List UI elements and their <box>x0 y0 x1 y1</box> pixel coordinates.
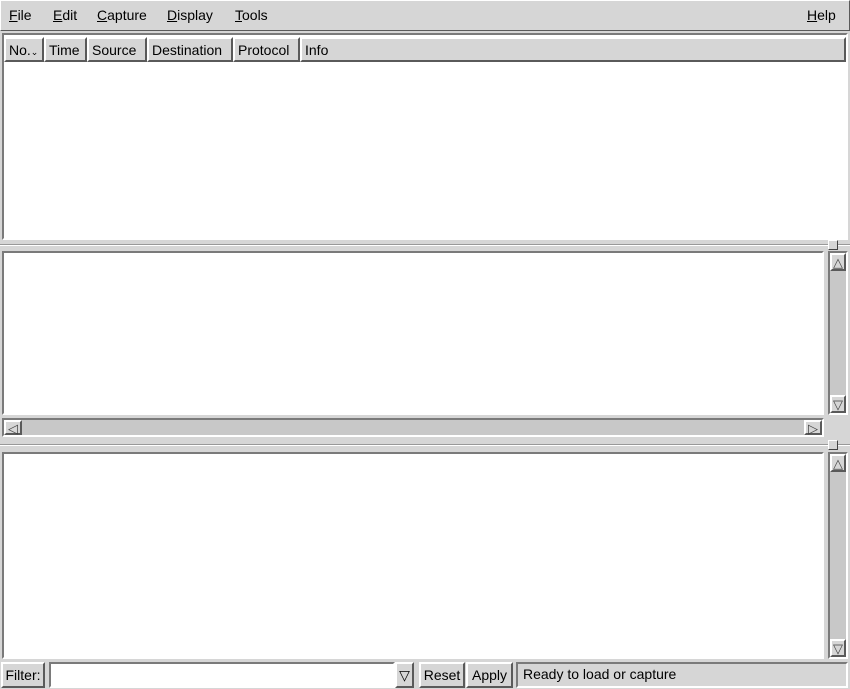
menu-edit[interactable]: Edit <box>53 7 77 23</box>
column-label: No. <box>9 42 31 58</box>
column-label: Destination <box>152 42 223 58</box>
packet-details-pane[interactable] <box>2 251 824 415</box>
scroll-left-icon[interactable]: ◁ <box>4 420 22 435</box>
pane-handle[interactable] <box>828 240 838 250</box>
apply-button[interactable]: Apply <box>466 662 513 688</box>
column-time[interactable]: Time <box>44 37 87 62</box>
filter-dropdown-icon[interactable]: ▽ <box>395 662 414 688</box>
menu-display[interactable]: Display <box>167 7 213 23</box>
column-label: Source <box>92 42 137 58</box>
packet-list[interactable]: No.⌄ Time Source Destination Protocol In… <box>2 33 848 240</box>
pane-divider[interactable] <box>0 244 850 246</box>
filter-input[interactable] <box>49 662 395 688</box>
sort-indicator-icon: ⌄ <box>30 47 39 57</box>
filter-button[interactable]: Filter: <box>1 662 45 688</box>
scroll-down-icon[interactable]: ▽ <box>830 395 846 413</box>
column-no[interactable]: No.⌄ <box>4 37 44 62</box>
details-vscrollbar[interactable]: △ ▽ <box>828 251 848 415</box>
scroll-right-icon[interactable]: ▷ <box>804 420 822 435</box>
pane-handle[interactable] <box>828 440 838 450</box>
hex-vscrollbar[interactable]: △ ▽ <box>828 452 848 659</box>
column-source[interactable]: Source <box>87 37 147 62</box>
column-protocol[interactable]: Protocol <box>233 37 300 62</box>
reset-button[interactable]: Reset <box>419 662 465 688</box>
pane-divider[interactable] <box>0 444 850 446</box>
column-info[interactable]: Info <box>300 37 846 62</box>
column-label: Protocol <box>238 42 290 58</box>
column-label: Info <box>305 42 329 58</box>
details-hscrollbar[interactable]: ◁ ▷ <box>2 418 824 437</box>
scroll-down-icon[interactable]: ▽ <box>830 639 846 657</box>
column-label: Time <box>49 42 80 58</box>
menu-capture[interactable]: Capture <box>97 7 147 23</box>
menubar: File Edit Capture Display Tools Help <box>0 0 850 31</box>
column-destination[interactable]: Destination <box>147 37 233 62</box>
scroll-up-icon[interactable]: △ <box>830 253 846 271</box>
menu-file[interactable]: File <box>9 7 32 23</box>
scroll-up-icon[interactable]: △ <box>830 454 846 472</box>
status-bar: Ready to load or capture <box>516 662 848 688</box>
menu-tools[interactable]: Tools <box>235 7 268 23</box>
hex-bytes-pane[interactable] <box>2 452 824 659</box>
menu-help[interactable]: Help <box>807 7 836 23</box>
